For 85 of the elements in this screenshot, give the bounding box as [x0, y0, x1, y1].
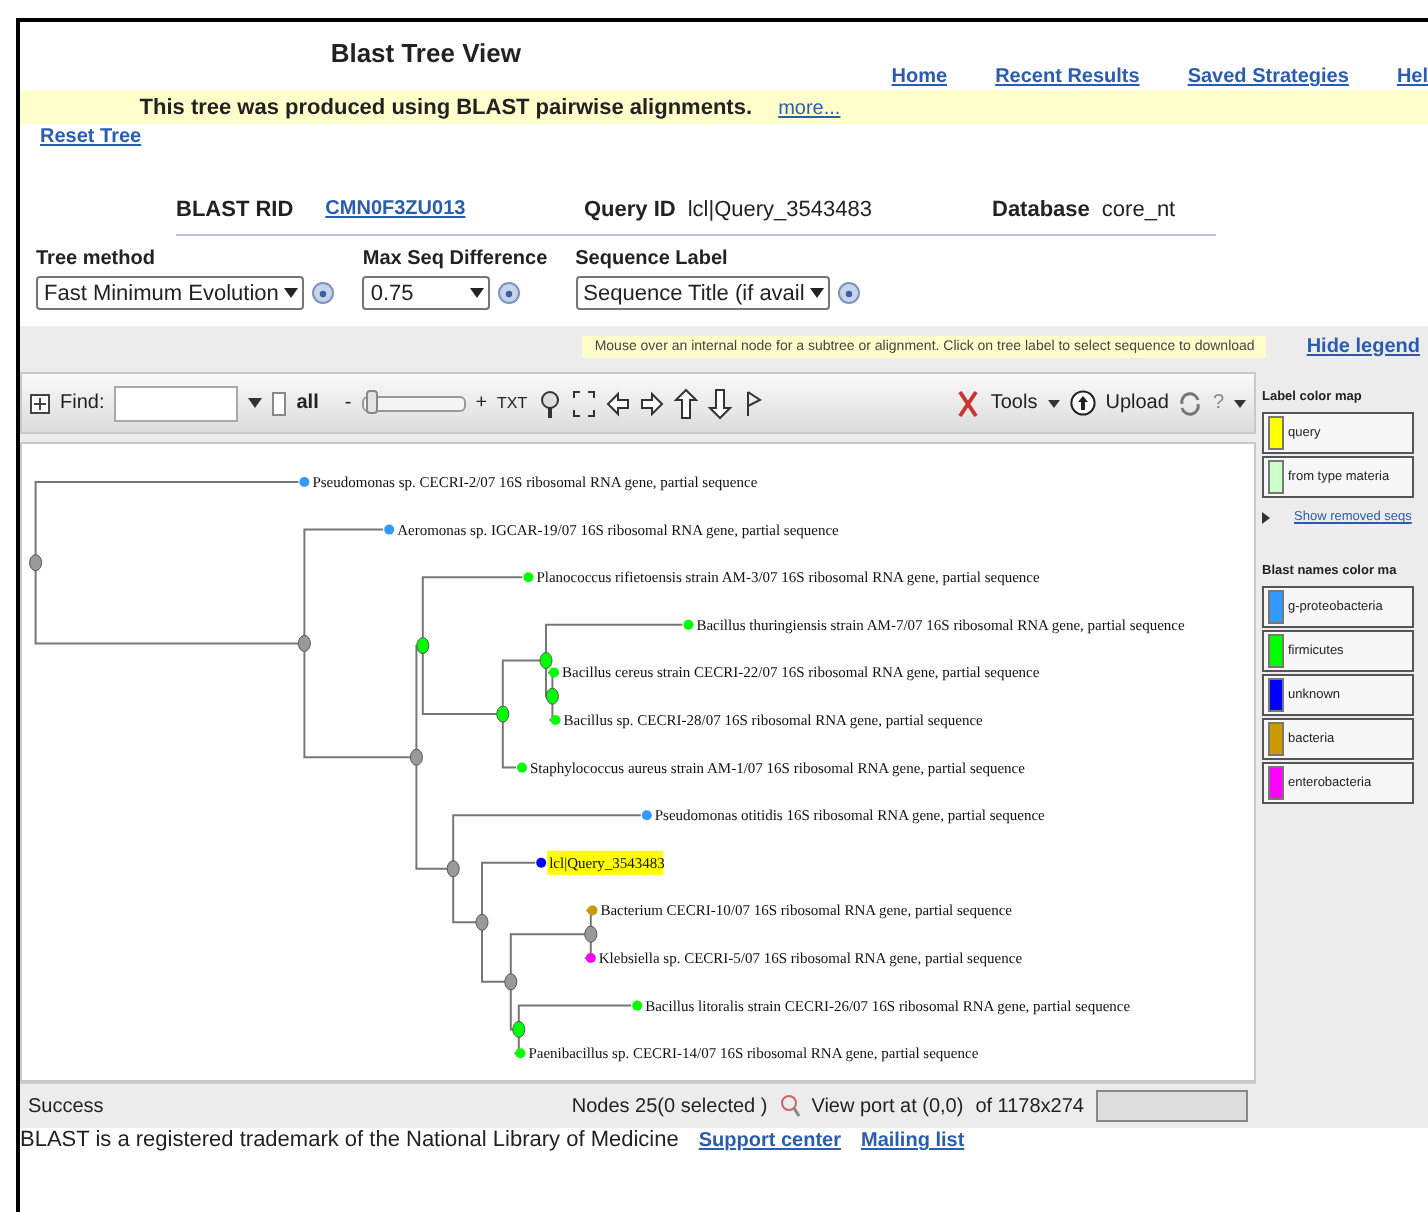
node-marker[interactable] — [504, 973, 518, 991]
up-arrow-icon[interactable] — [673, 387, 698, 419]
all-label: all — [296, 392, 319, 414]
node-marker[interactable] — [539, 652, 553, 669]
viewport-position: View port at (0,0) — [811, 1095, 964, 1117]
leaf-dot[interactable] — [536, 857, 547, 868]
node-marker[interactable] — [409, 748, 423, 766]
caret-icon[interactable] — [1047, 399, 1060, 407]
more-link[interactable]: more... — [778, 97, 841, 119]
help-icon[interactable] — [312, 282, 335, 304]
hide-legend-link[interactable]: Hide legend — [1306, 335, 1420, 357]
node-marker[interactable] — [496, 705, 510, 723]
node-marker[interactable] — [29, 554, 43, 572]
caret-icon — [470, 288, 485, 298]
leaf-dot[interactable] — [683, 619, 694, 630]
info-value: core_nt — [1101, 197, 1176, 221]
leaf-dot[interactable] — [585, 953, 596, 963]
leaf-dot[interactable] — [384, 524, 395, 535]
dropdown[interactable]: 0.75 — [362, 276, 491, 310]
reset-tree-link[interactable]: Reset Tree — [40, 126, 142, 148]
leaf-dot[interactable] — [523, 572, 534, 583]
dropdown[interactable]: Fast Minimum Evolution — [36, 276, 305, 310]
node-count: Nodes 25(0 selected ) — [571, 1095, 768, 1117]
refresh-icon[interactable] — [1178, 389, 1203, 417]
rid-link[interactable]: CMN0F3ZU013 — [325, 198, 466, 220]
leaf-dot[interactable] — [550, 715, 561, 725]
info-label: Query ID — [584, 197, 676, 221]
leaf-dot[interactable] — [549, 667, 559, 678]
overview-thumbnail[interactable] — [1096, 1090, 1248, 1122]
nav-link[interactable]: Hel — [1396, 66, 1428, 88]
node-marker[interactable] — [512, 1020, 526, 1038]
dropdown[interactable]: Sequence Title (if avail — [575, 276, 831, 310]
zoom-slider[interactable] — [361, 395, 466, 411]
all-checkbox[interactable] — [272, 391, 287, 415]
node-marker[interactable] — [297, 634, 311, 652]
footer-link[interactable]: Mailing list — [860, 1130, 965, 1152]
caret-icon — [284, 288, 299, 298]
leaf-dot[interactable] — [587, 905, 598, 916]
leaf-dot[interactable] — [641, 810, 652, 821]
page-title: Blast Tree View — [328, 36, 523, 72]
nav-link[interactable]: Saved Strategies — [1187, 66, 1349, 88]
leaf-dot[interactable] — [515, 1048, 526, 1059]
leaf-dot[interactable] — [632, 1000, 643, 1011]
text-button[interactable]: TXT — [497, 394, 528, 412]
info-label: Database — [992, 197, 1090, 221]
viewport-size: of 1178x274 — [975, 1095, 1084, 1117]
node-marker[interactable] — [446, 860, 460, 878]
footer-link[interactable]: Support center — [698, 1130, 841, 1152]
caret-icon[interactable] — [1234, 399, 1246, 407]
search-icon[interactable] — [537, 387, 562, 419]
option-label: Tree method — [36, 248, 157, 270]
notice-text: This tree was produced using BLAST pairwise alignments. more... — [137, 95, 843, 119]
help-icon[interactable] — [838, 282, 861, 304]
nav-link[interactable]: Home — [891, 66, 948, 88]
caret-icon[interactable] — [248, 398, 263, 408]
info-label: BLAST RID — [176, 197, 294, 221]
fit-screen-icon[interactable] — [571, 387, 596, 419]
node-marker[interactable] — [475, 913, 489, 931]
find-label: Find: — [60, 392, 105, 414]
upload-button[interactable]: Upload — [1105, 392, 1169, 414]
triangle-icon[interactable] — [1262, 511, 1270, 523]
node-marker[interactable] — [416, 637, 430, 655]
node-marker[interactable] — [584, 925, 598, 943]
footer-text: BLAST is a registered trademark of the National Library of Medicine — [20, 1128, 679, 1152]
find-field[interactable] — [114, 385, 239, 421]
upload-icon[interactable] — [1069, 390, 1096, 416]
left-arrow-icon[interactable] — [605, 387, 630, 419]
slider-thumb[interactable] — [366, 389, 379, 413]
magnifier-icon[interactable] — [779, 1094, 800, 1118]
help-icon[interactable] — [498, 282, 521, 304]
tools-menu[interactable]: Tools — [990, 392, 1038, 414]
leaf-dot[interactable] — [299, 477, 310, 487]
expand-icon[interactable] — [30, 393, 50, 413]
option-label: Max Seq Difference — [362, 248, 548, 270]
leaf-dot[interactable] — [517, 762, 527, 773]
caret-icon — [810, 288, 825, 298]
status-message: Success — [28, 1095, 104, 1117]
info-value: lcl|Query_3543483 — [687, 197, 873, 221]
nav-link[interactable]: Recent Results — [995, 66, 1140, 88]
option-label: Sequence Label — [575, 248, 730, 270]
right-arrow-icon[interactable] — [639, 387, 664, 419]
down-arrow-icon[interactable] — [707, 387, 732, 419]
zoom-out-button[interactable]: - — [344, 392, 352, 414]
zoom-in-button[interactable]: + — [475, 392, 488, 414]
node-marker[interactable] — [545, 687, 559, 705]
